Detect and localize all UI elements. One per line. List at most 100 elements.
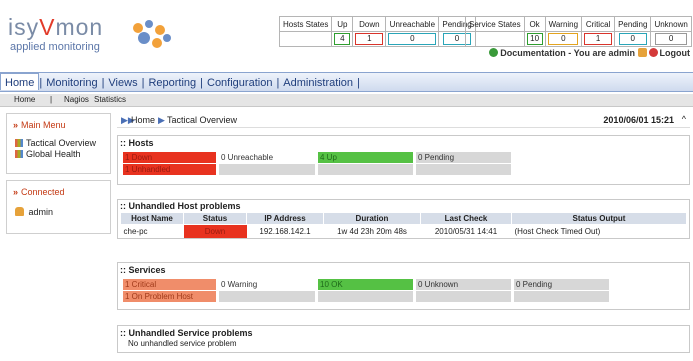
- hosts-pending-cell[interactable]: 0 Pending: [416, 152, 511, 163]
- logo-tagline: applied monitoring: [10, 41, 100, 53]
- host-states-label: Hosts States: [278, 16, 333, 32]
- grid-icon: [15, 150, 23, 158]
- hosts-unreachable-filler: [219, 164, 315, 175]
- logo-text: isyVmon: [8, 14, 104, 40]
- host-problems-title: :: Unhandled Host problems: [120, 201, 241, 211]
- submenu-home[interactable]: Home: [14, 95, 35, 104]
- service-problems-message: No unhandled service problem: [128, 339, 237, 348]
- services-critical-count[interactable]: 1: [584, 33, 613, 45]
- services-ok-cell[interactable]: 10 OK: [318, 279, 413, 290]
- service-states-header: Critical: [581, 16, 616, 32]
- submenu-separator: |: [50, 95, 53, 104]
- host-problems-panel: :: Unhandled Host problems Host Name Sta…: [117, 199, 690, 239]
- hosts-unreachable-cell[interactable]: 0 Unreachable: [219, 152, 315, 163]
- menu-reporting[interactable]: Reporting: [144, 74, 200, 89]
- connected-user[interactable]: admin: [15, 207, 53, 217]
- hosts-panel: :: Hosts 1 Down 1 Unhandled 0 Unreachabl…: [117, 135, 690, 185]
- documentation-link[interactable]: Documentation: [500, 48, 566, 58]
- services-ok-count[interactable]: 10: [526, 33, 543, 45]
- logout-link[interactable]: Logout: [660, 48, 691, 58]
- services-critical-cell[interactable]: 1 Critical: [123, 279, 216, 290]
- hosts-unhandled-cell[interactable]: 1 Unhandled: [123, 164, 216, 175]
- cell-last-check: 2010/05/31 14:41: [434, 227, 498, 236]
- user-icon: [15, 207, 24, 216]
- hosts-up-filler: [318, 164, 413, 175]
- connected-heading: » Connected: [13, 187, 65, 197]
- cell-ip-address: 192.168.142.1: [259, 227, 311, 236]
- column-status[interactable]: Status: [183, 212, 247, 225]
- services-problem-host-cell[interactable]: 1 On Problem Host: [123, 291, 216, 302]
- host-states-table: Hosts States Up Down Unreachable Pending…: [278, 16, 476, 47]
- logo-balls-icon: [133, 20, 171, 48]
- column-ip-address[interactable]: IP Address: [246, 212, 324, 225]
- menu-monitoring[interactable]: Monitoring: [42, 74, 101, 89]
- logo: isyVmon applied monitoring: [8, 10, 178, 58]
- service-states-table: Service States Ok Warning Critical Pendi…: [465, 16, 692, 47]
- menu-item-label: Global Health: [26, 149, 81, 159]
- host-problems-table: Host Name Status IP Address Duration Las…: [120, 212, 687, 238]
- main-menubar: Home | Monitoring | Views | Reporting | Configur…: [0, 72, 693, 92]
- column-status-output[interactable]: Status Output: [511, 212, 687, 225]
- host-states-header: Down: [352, 16, 387, 32]
- service-problems-panel: :: Unhandled Service problems No unhandl…: [117, 325, 690, 353]
- hosts-up-count[interactable]: 4: [334, 33, 351, 45]
- hosts-up-cell[interactable]: 4 Up: [318, 152, 413, 163]
- connected-box: » Connected admin: [6, 180, 111, 234]
- menu-administration[interactable]: Administration: [279, 74, 357, 89]
- services-unknown-cell[interactable]: 0 Unknown: [416, 279, 511, 290]
- column-duration[interactable]: Duration: [323, 212, 421, 225]
- collapse-icon[interactable]: ^: [682, 114, 686, 124]
- hosts-title: :: Hosts: [120, 138, 154, 148]
- hosts-pending-filler: [416, 164, 511, 175]
- column-host-name[interactable]: Host Name: [120, 212, 184, 225]
- service-problems-title: :: Unhandled Service problems: [120, 328, 253, 338]
- service-states-header: Warning: [544, 16, 583, 32]
- table-header-row: Host Name Status IP Address Duration Las…: [120, 212, 687, 225]
- services-title: :: Services: [120, 265, 166, 275]
- menu-home[interactable]: Home: [0, 73, 40, 90]
- host-states-spacer: [278, 31, 333, 47]
- services-warning-filler: [219, 291, 315, 302]
- service-states-header: Pending: [614, 16, 652, 32]
- breadcrumb-home[interactable]: Home: [131, 115, 155, 125]
- main-menu-box: » Main Menu Tactical Overview Global Heal…: [6, 113, 111, 174]
- breadcrumb-page: Tactical Overview: [167, 115, 238, 125]
- documentation-icon: [489, 48, 499, 57]
- connected-user-name: admin: [28, 207, 54, 217]
- cell-status: Down: [183, 224, 247, 238]
- hosts-down-count[interactable]: 1: [355, 33, 384, 45]
- host-states-header: Unreachable: [385, 16, 440, 32]
- menu-configuration[interactable]: Configuration: [203, 74, 276, 89]
- service-states-header: Ok: [523, 16, 546, 32]
- current-datetime: 2010/06/01 15:21: [603, 115, 674, 125]
- breadcrumb: ▶▶ Home ▶ Tactical Overview 2010/06/01 1…: [117, 113, 690, 128]
- column-last-check[interactable]: Last Check: [420, 212, 512, 225]
- menu-item-label: Tactical Overview: [26, 138, 97, 148]
- cell-status-output: (Host Check Timed Out): [514, 227, 601, 236]
- main-menu-heading: » Main Menu: [13, 120, 66, 130]
- services-pending-filler: [514, 291, 609, 302]
- cell-host-name[interactable]: che-pc: [121, 225, 184, 239]
- connected-title: Connected: [21, 187, 65, 197]
- menu-tactical-overview[interactable]: Tactical Overview: [15, 138, 96, 148]
- menu-views[interactable]: Views: [104, 74, 141, 89]
- services-warning-count[interactable]: 0: [548, 33, 579, 45]
- submenu-nagios[interactable]: Nagios: [64, 95, 89, 104]
- hosts-down-cell[interactable]: 1 Down: [123, 152, 216, 163]
- hosts-unreachable-count[interactable]: 0: [388, 33, 437, 45]
- services-panel: :: Services 1 Critical 1 On Problem Host…: [117, 262, 690, 310]
- breadcrumb-arrow-icon: ▶: [158, 115, 165, 125]
- logout-icon[interactable]: [648, 48, 658, 57]
- table-row[interactable]: che-pc Down 192.168.142.1 1w 4d 23h 20m …: [121, 224, 687, 239]
- main-menu-title: Main Menu: [21, 120, 66, 130]
- services-unknown-count[interactable]: 0: [655, 33, 688, 45]
- services-pending-count[interactable]: 0: [618, 33, 647, 45]
- menu-global-health[interactable]: Global Health: [15, 149, 81, 159]
- services-warning-cell[interactable]: 0 Warning: [219, 279, 315, 290]
- service-states-spacer: [465, 31, 525, 47]
- services-pending-cell[interactable]: 0 Pending: [514, 279, 609, 290]
- service-states-label: Service States: [465, 16, 525, 32]
- host-states-header: Up: [331, 16, 354, 32]
- services-unknown-filler: [416, 291, 511, 302]
- submenu-statistics[interactable]: Statistics: [94, 95, 126, 104]
